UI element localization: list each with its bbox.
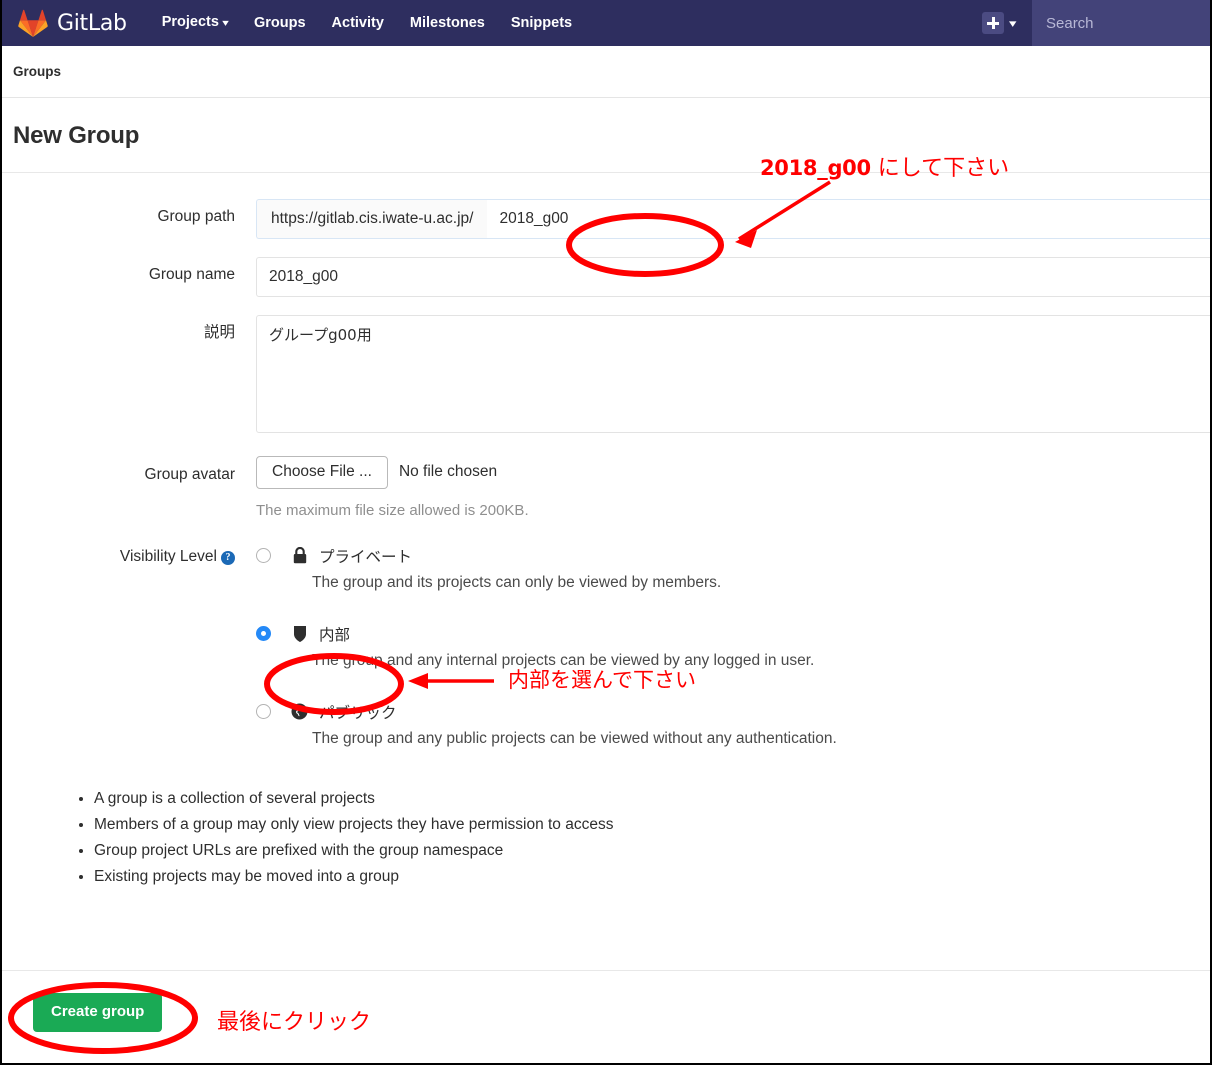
file-chooser: Choose File ... No file chosen [256, 456, 1210, 489]
group-path-control: https://gitlab.cis.iwate-u.ac.jp/ [256, 199, 1210, 239]
radio-private[interactable] [256, 548, 271, 563]
description-label: 説明 [203, 324, 235, 341]
radio-public[interactable] [256, 704, 271, 719]
list-item: Members of a group may only view project… [94, 812, 1210, 838]
page-title: New Group [13, 122, 140, 149]
avatar-help-text: The maximum file size allowed is 200KB. [256, 501, 529, 519]
group-name-input[interactable] [256, 257, 1210, 297]
visibility-option-public[interactable]: パブリック The group and any public projects … [256, 701, 1210, 748]
question-mark-icon[interactable]: ? [221, 550, 235, 565]
visibility-option-public-head: パブリック [256, 701, 1210, 723]
chevron-down-icon: ▾ [222, 18, 229, 29]
group-avatar-label: Group avatar [144, 466, 235, 483]
no-file-chosen-label: No file chosen [398, 463, 498, 481]
breadcrumb-item-groups[interactable]: Groups [13, 64, 61, 79]
nav-link-snippets[interactable]: Snippets [498, 0, 585, 46]
visibility-options: プライベート The group and its projects can on… [256, 545, 1210, 748]
group-info-list: A group is a collection of several proje… [78, 786, 1210, 890]
list-item: A group is a collection of several proje… [94, 786, 1210, 812]
visibility-option-internal-head: 内部 [256, 623, 1210, 645]
group-name-row: Group name [2, 257, 1210, 297]
visibility-level-label: Visibility Level? [2, 545, 256, 567]
globe-icon [291, 703, 308, 721]
top-navbar: GitLab Projects ▾ Groups Activity Milesto… [2, 0, 1210, 46]
navbar-right-group: ▾ Search [982, 0, 1210, 46]
new-item-dropdown-button[interactable]: ▾ [982, 12, 1017, 34]
group-path-label: Group path [157, 208, 235, 225]
nav-link-activity[interactable]: Activity [319, 0, 397, 46]
gitlab-tanuki-icon [18, 9, 48, 37]
nav-link-groups[interactable]: Groups [241, 0, 319, 46]
form-footer: Create group [2, 970, 1210, 1063]
choose-file-button[interactable]: Choose File ... [256, 456, 388, 489]
description-textarea[interactable] [256, 315, 1210, 433]
visibility-level-label-text: Visibility Level [119, 547, 217, 565]
group-path-input-group: https://gitlab.cis.iwate-u.ac.jp/ [256, 199, 1210, 239]
lock-icon [291, 547, 308, 565]
visibility-internal-name: 内部 [319, 625, 351, 644]
nav-link-projects[interactable]: Projects ▾ [149, 0, 241, 47]
gitlab-home-link[interactable]: GitLab [18, 9, 127, 37]
visibility-public-name: パブリック [319, 703, 397, 722]
radio-internal[interactable] [256, 626, 271, 641]
chevron-down-icon: ▾ [1009, 17, 1017, 30]
group-avatar-control: Choose File ... No file chosen The maxim… [256, 456, 1210, 519]
visibility-private-description: The group and its projects can only be v… [312, 573, 722, 591]
group-name-control [256, 257, 1210, 297]
plus-square-icon [982, 12, 1005, 34]
list-item: Existing projects may be moved into a gr… [94, 864, 1210, 890]
visibility-option-private[interactable]: プライベート The group and its projects can on… [256, 545, 1210, 592]
search-input[interactable]: Search [1032, 0, 1210, 46]
visibility-public-description: The group and any public projects can be… [312, 729, 837, 747]
group-path-input[interactable] [487, 199, 1210, 239]
visibility-option-internal[interactable]: 内部 The group and any internal projects c… [256, 623, 1210, 670]
shield-icon [291, 625, 308, 643]
list-item: Group project URLs are prefixed with the… [94, 838, 1210, 864]
create-group-button[interactable]: Create group [33, 993, 163, 1032]
visibility-internal-description: The group and any internal projects can … [312, 651, 815, 669]
visibility-private-name: プライベート [319, 547, 413, 566]
visibility-option-private-head: プライベート [256, 545, 1210, 567]
description-row: 説明 [2, 315, 1210, 438]
group-path-row: Group path https://gitlab.cis.iwate-u.ac… [2, 199, 1210, 239]
page-root: GitLab Projects ▾ Groups Activity Milesto… [0, 0, 1212, 1065]
group-path-prefix: https://gitlab.cis.iwate-u.ac.jp/ [256, 199, 488, 239]
breadcrumb: Groups [2, 46, 1210, 98]
visibility-level-row: Visibility Level? プライベート The group and i… [2, 545, 1210, 748]
navbar-links: Projects ▾ Groups Activity Milestones Sni… [149, 0, 585, 46]
group-name-label: Group name [148, 266, 235, 283]
page-header: New Group [2, 98, 1210, 173]
description-control [256, 315, 1210, 438]
group-avatar-row: Group avatar Choose File ... No file cho… [2, 456, 1210, 519]
new-group-form: Group path https://gitlab.cis.iwate-u.ac… [2, 173, 1210, 890]
nav-link-milestones[interactable]: Milestones [397, 0, 498, 46]
gitlab-brand-text: GitLab [57, 10, 127, 36]
nav-link-projects-label: Projects [161, 14, 219, 30]
